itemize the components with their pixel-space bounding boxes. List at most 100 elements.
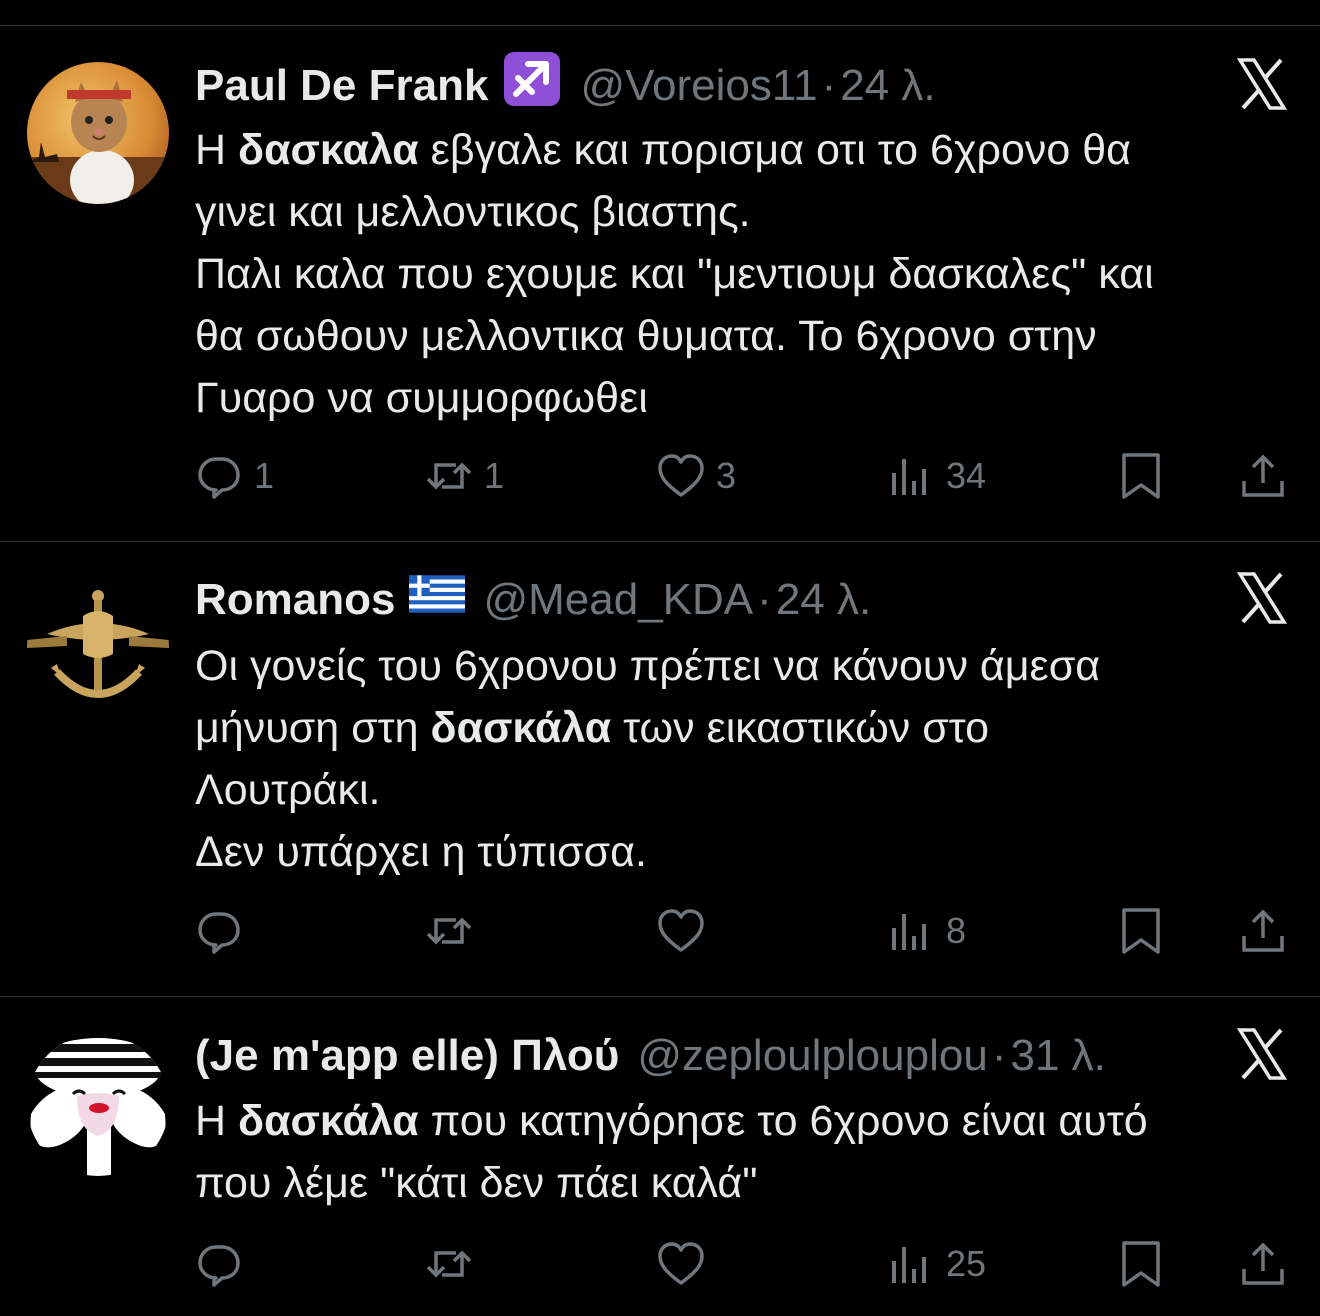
views-icon [886, 451, 936, 501]
reply-button[interactable] [194, 901, 244, 961]
tweet-header: (Je m'app elle) Πλού @zeploulplouplou · … [195, 1026, 1240, 1086]
handle[interactable]: @Voreios11 [580, 56, 817, 116]
heart-icon [656, 906, 706, 956]
separator: · [757, 575, 772, 624]
repost-icon [424, 906, 474, 956]
heart-icon [656, 451, 706, 501]
text-segment: γινει και μελλοντικος βιαστης. [195, 188, 751, 236]
like-count: 3 [716, 455, 737, 496]
text-segment: Γυαρο να συμμορφωθει [195, 374, 648, 422]
bookmark-button[interactable] [1116, 901, 1166, 961]
tweet-header: Romanos @Mead_KDA · 24 λ. [195, 570, 1240, 630]
like-button[interactable]: 3 [656, 446, 736, 506]
separator: · [821, 61, 837, 110]
avatar[interactable] [27, 576, 169, 718]
tweet-text-line: Λουτράκι. [195, 759, 1296, 821]
display-name[interactable]: Romanos [195, 570, 395, 630]
bookmark-button[interactable] [1116, 446, 1166, 506]
view-count: 34 [946, 455, 987, 496]
separator: · [991, 1031, 1007, 1080]
tweet-text-line: μήνυση στη δασκάλα των εικαστικών στο [195, 697, 1296, 759]
text-segment: Οι γονείς του 6χρονου πρέπει να κάνουν ά… [195, 642, 1101, 690]
share-icon [1238, 1239, 1288, 1289]
reply-icon [194, 451, 244, 501]
timestamp[interactable]: 24 λ. [840, 56, 935, 116]
sagittarius-badge-icon [502, 48, 562, 124]
share-button[interactable] [1238, 1234, 1288, 1294]
timestamp[interactable]: 31 λ. [1010, 1026, 1105, 1086]
bookmark-icon [1116, 906, 1166, 956]
text-segment: μήνυση στη [195, 704, 431, 752]
text-segment: που κατηγόρησε το 6χρονο είναι αυτό [418, 1097, 1148, 1145]
text-segment: Λουτράκι. [195, 766, 381, 814]
share-icon [1238, 451, 1288, 501]
views-icon [886, 1239, 936, 1289]
like-button[interactable] [656, 1234, 706, 1294]
repost-icon [424, 451, 474, 501]
repost-button[interactable]: 1 [424, 446, 504, 506]
tweet-text: Η δασκαλα εβγαλε και πορισμα οτι το 6χρο… [195, 119, 1296, 429]
views-icon [886, 906, 936, 956]
tweet-text-line: που λέμε "κάτι δεν πάει καλά" [195, 1152, 1296, 1214]
like-button[interactable] [656, 901, 706, 961]
text-segment: των εικαστικών στο [611, 704, 990, 752]
text-segment: εβγαλε και πορισμα οτι το 6χρονο θα [418, 126, 1132, 174]
action-bar: 25 [0, 1234, 1320, 1294]
text-segment: που λέμε "κάτι δεν πάει καλά" [195, 1159, 758, 1207]
handle[interactable]: @zeploulplouplou [637, 1026, 987, 1086]
view-count: 8 [946, 910, 967, 951]
tweet-text: Οι γονείς του 6χρονου πρέπει να κάνουν ά… [195, 635, 1296, 883]
avatar[interactable] [27, 1034, 169, 1176]
handle[interactable]: @Mead_KDA [483, 570, 753, 630]
view-count: 25 [946, 1243, 987, 1284]
text-segment: Η [195, 126, 238, 174]
text-segment: Παλι καλα που εχουμε και "μεντιουμ δασκα… [195, 250, 1154, 298]
heart-icon [656, 1239, 706, 1289]
display-name[interactable]: (Je m'app elle) Πλού [195, 1026, 619, 1086]
bookmark-button[interactable] [1116, 1234, 1166, 1294]
tweet-text-line: θα σωθουν μελλοντικα θυματα. Το 6χρονο σ… [195, 305, 1296, 367]
reply-icon [194, 906, 244, 956]
tweet-text-line: Η δασκάλα που κατηγόρησε το 6χρονο είναι… [195, 1090, 1296, 1152]
highlighted-keyword: δασκάλα [430, 704, 612, 752]
action-bar: 8 [0, 901, 1320, 961]
tweet-header: Paul De Frank @Voreios11 · 24 λ. [195, 52, 1240, 116]
tweet-text-line: Παλι καλα που εχουμε και "μεντιουμ δασκα… [195, 243, 1296, 305]
text-segment: θα σωθουν μελλοντικα θυματα. Το 6χρονο σ… [195, 312, 1097, 360]
views-button[interactable]: 25 [886, 1234, 986, 1294]
bookmark-icon [1116, 1239, 1166, 1289]
x-logo-icon[interactable] [1236, 1028, 1288, 1080]
reply-count: 1 [254, 455, 275, 496]
x-logo-icon[interactable] [1236, 58, 1288, 110]
repost-button[interactable] [424, 901, 474, 961]
tweet-text-line: Δεν υπάρχει η τύπισσα. [195, 821, 1296, 883]
divider [0, 541, 1320, 542]
repost-button[interactable] [424, 1234, 474, 1294]
text-segment: Δεν υπάρχει η τύπισσα. [195, 828, 647, 876]
views-button[interactable]: 8 [886, 901, 966, 961]
divider [0, 996, 1320, 997]
display-name[interactable]: Paul De Frank [195, 56, 488, 116]
bookmark-icon [1116, 451, 1166, 501]
share-icon [1238, 906, 1288, 956]
share-button[interactable] [1238, 446, 1288, 506]
timestamp[interactable]: 24 λ. [776, 570, 871, 630]
highlighted-keyword: δασκαλα [238, 126, 419, 174]
tweet-text-line: Γυαρο να συμμορφωθει [195, 367, 1296, 429]
highlighted-keyword: δασκάλα [238, 1097, 419, 1145]
tweet-text-line: γινει και μελλοντικος βιαστης. [195, 181, 1296, 243]
reply-icon [194, 1239, 244, 1289]
avatar[interactable] [27, 62, 169, 204]
share-button[interactable] [1238, 901, 1288, 961]
reply-button[interactable] [194, 1234, 244, 1294]
repost-icon [424, 1239, 474, 1289]
reply-button[interactable]: 1 [194, 446, 274, 506]
top-divider [0, 25, 1320, 26]
text-segment: Η [195, 1097, 238, 1145]
x-logo-icon[interactable] [1236, 572, 1288, 624]
greece-flag-icon [409, 570, 466, 630]
views-button[interactable]: 34 [886, 446, 986, 506]
tweet-text: Η δασκάλα που κατηγόρησε το 6χρονο είναι… [195, 1090, 1296, 1214]
tweet-text-line: Οι γονείς του 6χρονου πρέπει να κάνουν ά… [195, 635, 1296, 697]
tweet-text-line: Η δασκαλα εβγαλε και πορισμα οτι το 6χρο… [195, 119, 1296, 181]
